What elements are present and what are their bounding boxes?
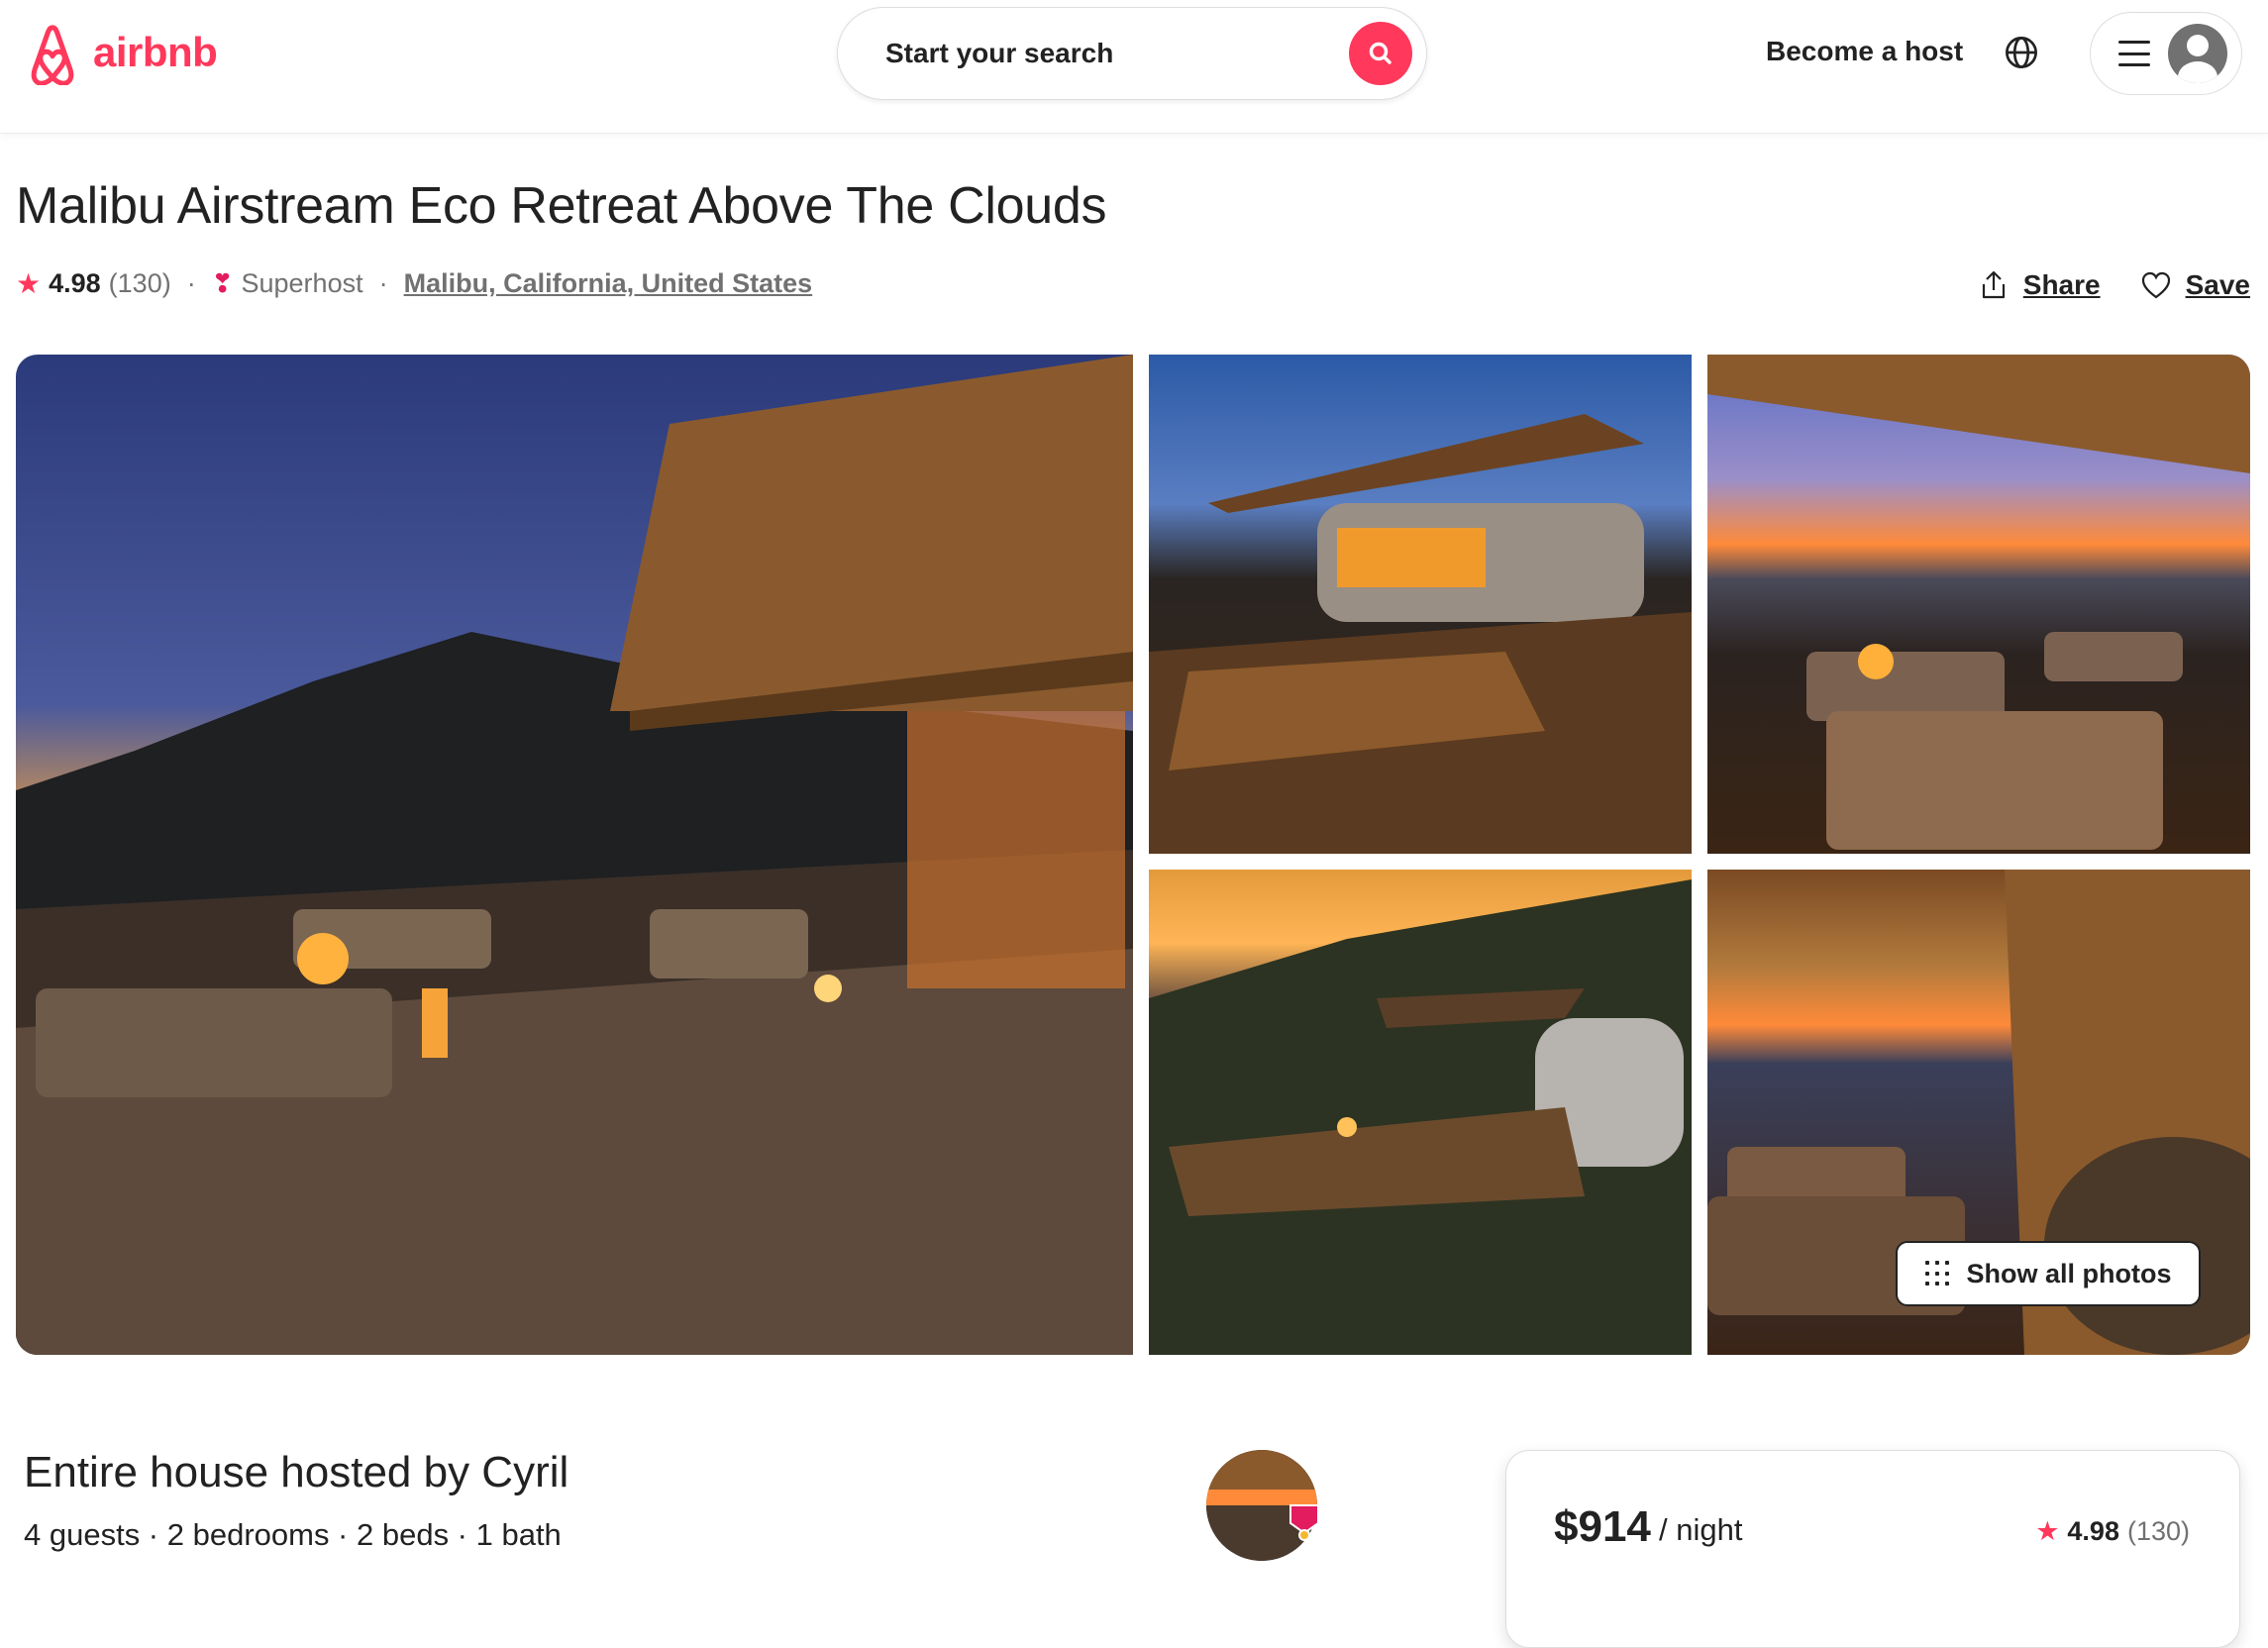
nightly-price: $914 (1554, 1502, 1651, 1551)
search-button[interactable] (1349, 22, 1412, 85)
user-avatar-icon (2168, 24, 2227, 83)
booking-rating-value: 4.98 (2067, 1516, 2119, 1546)
separator: · (186, 268, 196, 298)
airbnb-logo-icon (31, 25, 74, 85)
star-icon: ★ (16, 268, 42, 299)
become-host-link[interactable]: Become a host (1766, 36, 1963, 67)
booking-rating: ★ 4.98 (130) (2035, 1516, 2190, 1547)
star-icon: ★ (2035, 1516, 2060, 1546)
show-all-photos-label: Show all photos (1966, 1258, 2172, 1288)
grid-dots-icon (1924, 1261, 1951, 1287)
menu-icon (2118, 41, 2150, 66)
airbnb-logo[interactable]: airbnb (22, 20, 218, 85)
user-menu-button[interactable] (2090, 12, 2242, 95)
share-label: Share (2022, 269, 2101, 300)
heart-icon (2141, 271, 2170, 299)
listing-title: Malibu Airstream Eco Retreat Above The C… (16, 177, 1107, 235)
photo-main[interactable] (16, 355, 1133, 1355)
show-all-photos-button[interactable]: Show all photos (1896, 1241, 2201, 1306)
superhost-badge-icon (1289, 1504, 1319, 1541)
search-bar[interactable]: Start your search (837, 7, 1427, 100)
search-icon (1369, 42, 1392, 64)
save-label: Save (2185, 269, 2250, 300)
hosted-by-heading: Entire house hosted by Cyril (24, 1448, 569, 1496)
listing-actions: Share Save (1938, 269, 2250, 301)
listing-meta: ★ 4.98 (130) · ❣ Superhost · Malibu, Cal… (16, 267, 812, 300)
photo-firepit-ocean[interactable] (1707, 355, 2250, 854)
per-night-label: / night (1659, 1512, 1743, 1547)
top-header: airbnb Start your search Become a host (0, 0, 2268, 134)
superhost-medal-icon: ❣ (211, 268, 234, 298)
photo-gallery (16, 355, 2250, 1355)
listing-details: 4 guests · 2 bedrooms · 2 beds · 1 bath (24, 1517, 562, 1552)
save-button[interactable]: Save (2140, 269, 2250, 301)
globe-icon[interactable] (2004, 35, 2039, 70)
search-input[interactable]: Start your search (885, 38, 1349, 69)
logo-text: airbnb (93, 29, 218, 75)
location-link[interactable]: Malibu, California, United States (404, 268, 813, 299)
booking-card: $914 / night ★ 4.98 (130) (1505, 1450, 2240, 1648)
photo-hillside-airstream[interactable] (1149, 870, 1692, 1355)
photo-airstream-pergola[interactable] (1149, 355, 1692, 854)
separator: · (378, 268, 388, 298)
review-count[interactable]: (130) (109, 268, 171, 299)
booking-review-count[interactable]: (130) (2127, 1516, 2190, 1547)
share-icon (1982, 270, 2005, 299)
share-button[interactable]: Share (1978, 269, 2101, 301)
rating-value: 4.98 (49, 268, 101, 298)
superhost-label: Superhost (241, 268, 363, 298)
